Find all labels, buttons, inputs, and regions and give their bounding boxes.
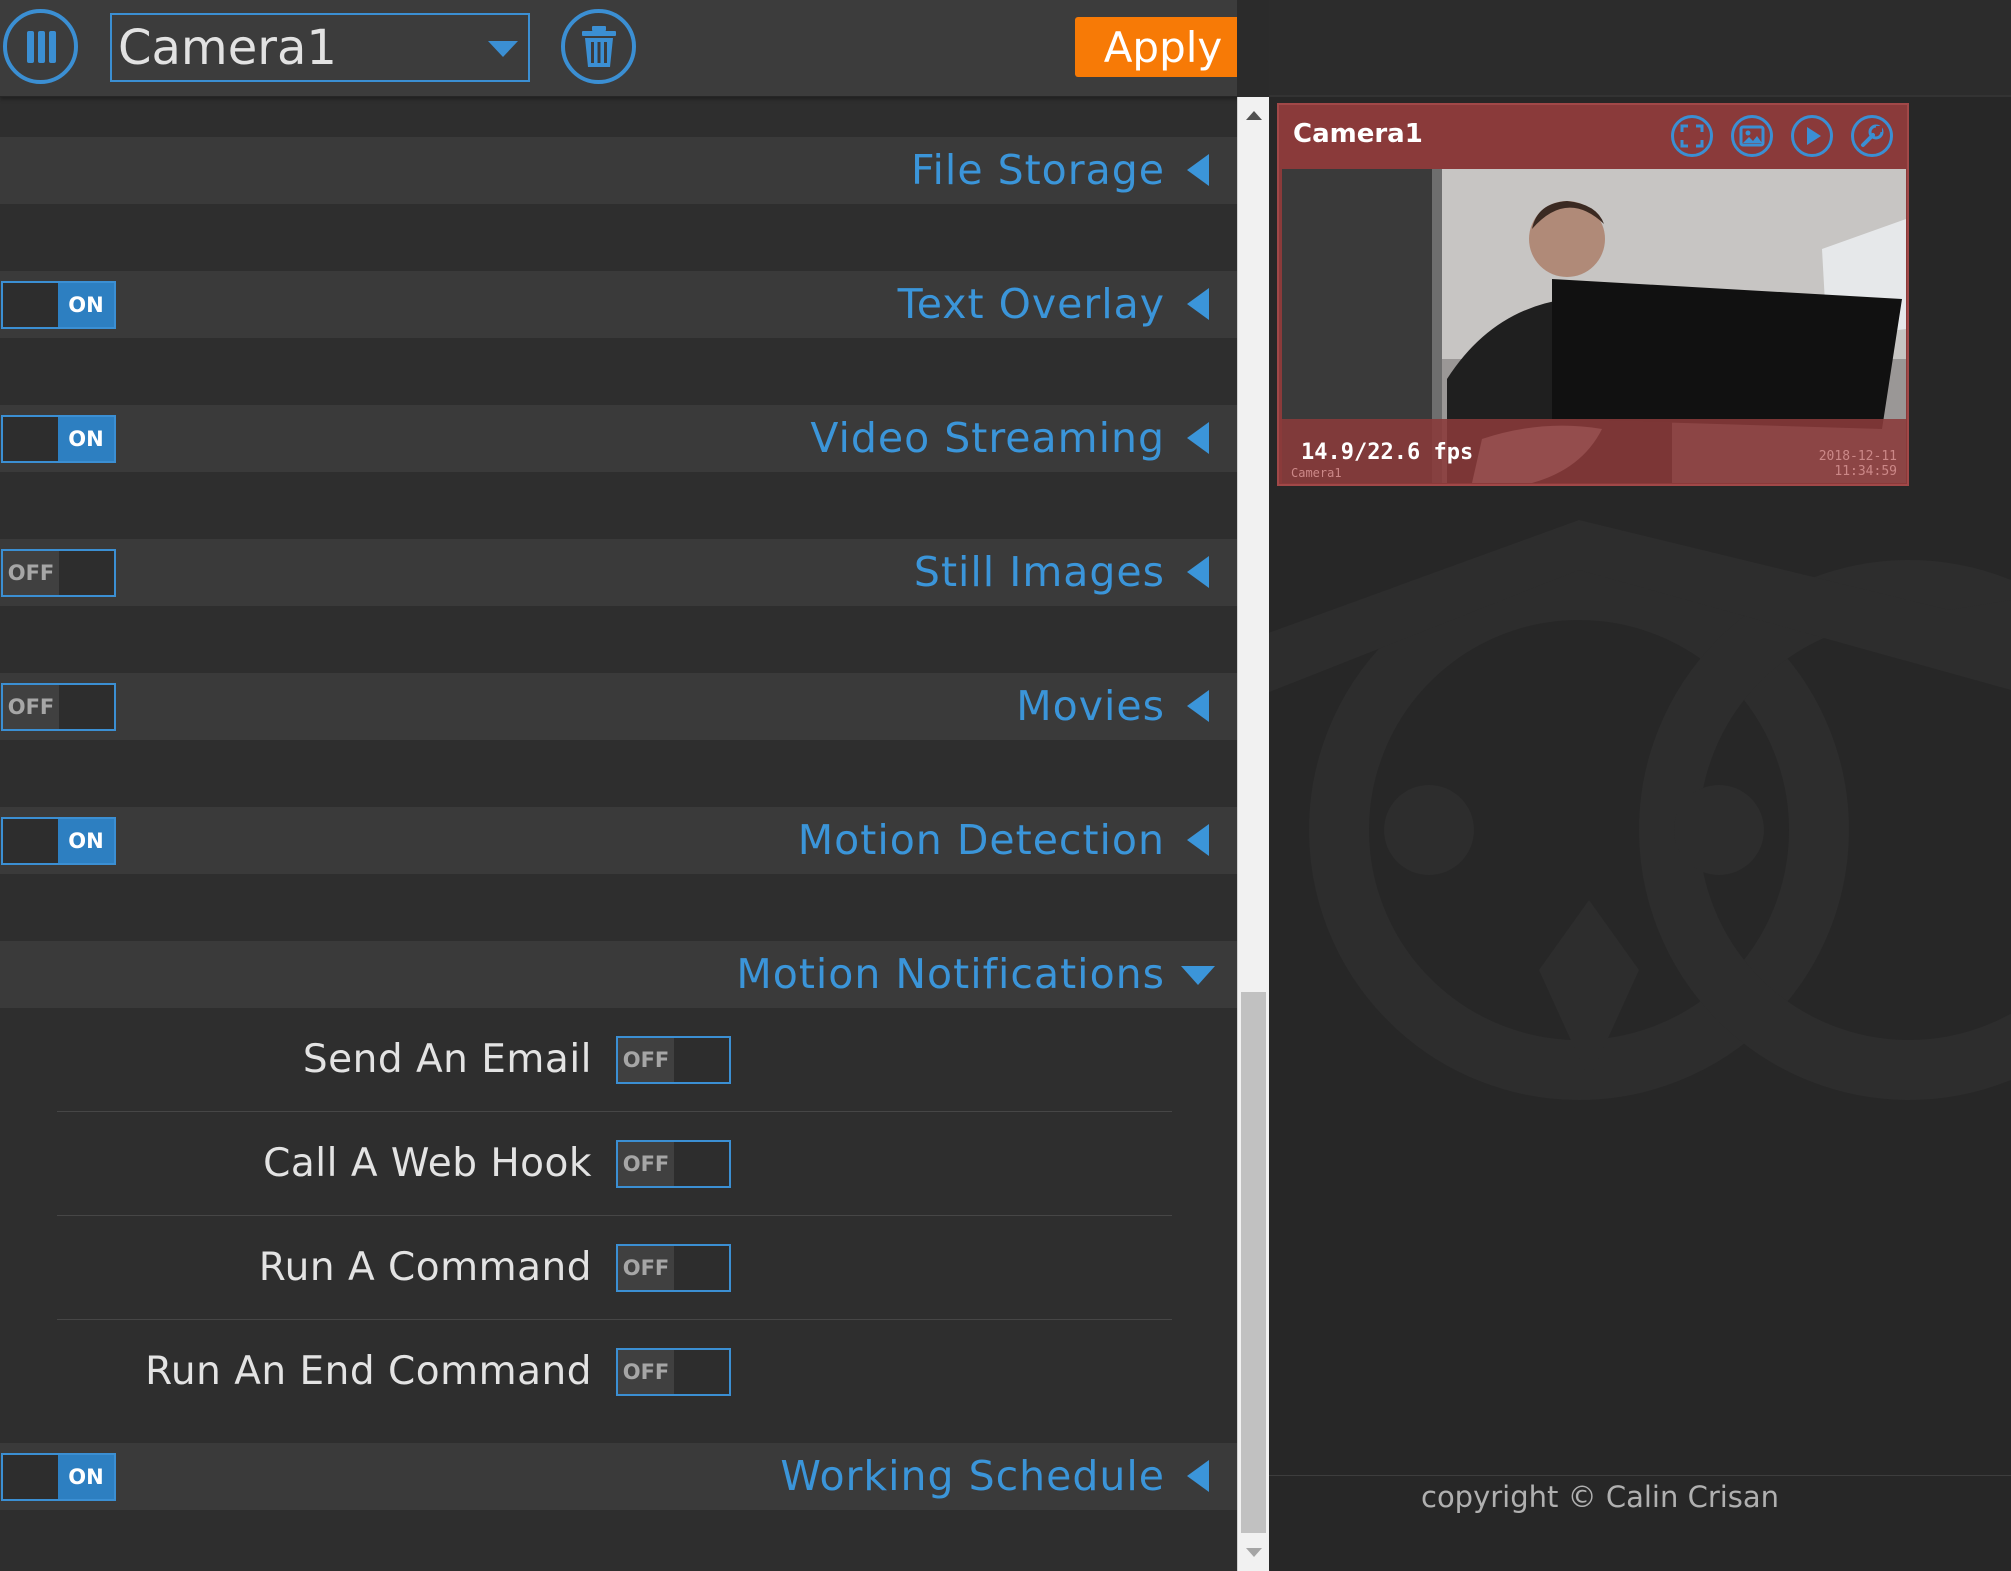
trash-icon bbox=[581, 25, 616, 67]
fullscreen-icon bbox=[1680, 124, 1704, 148]
columns-icon bbox=[26, 30, 56, 63]
overlay-date: 2018-12-11 bbox=[1818, 449, 1897, 464]
setting-label: Send An Email bbox=[302, 1037, 592, 1082]
text-overlay-toggle[interactable]: ON bbox=[1, 281, 116, 329]
toggle-state: OFF bbox=[618, 1142, 674, 1186]
menu-button[interactable] bbox=[3, 9, 78, 84]
notification-web-hook: Call A Web Hook OFF bbox=[57, 1112, 1172, 1216]
chevron-down-icon bbox=[488, 41, 518, 57]
setting-label: Run An End Command bbox=[145, 1349, 592, 1394]
section-still-images[interactable]: OFF Still Images bbox=[0, 539, 1237, 606]
toggle-state: ON bbox=[58, 283, 114, 327]
play-button[interactable] bbox=[1791, 115, 1833, 157]
send-email-toggle[interactable]: OFF bbox=[616, 1036, 731, 1084]
fullscreen-button[interactable] bbox=[1671, 115, 1713, 157]
footer-divider bbox=[1269, 1475, 2011, 1476]
section-title[interactable]: Text Overlay bbox=[898, 271, 1165, 338]
apply-button[interactable]: Apply bbox=[1075, 17, 1237, 77]
video-streaming-toggle[interactable]: ON bbox=[1, 415, 116, 463]
right-header-bar bbox=[1269, 0, 2011, 97]
web-hook-toggle[interactable]: OFF bbox=[616, 1140, 731, 1188]
section-title[interactable]: Working Schedule bbox=[780, 1443, 1165, 1510]
section-motion-detection[interactable]: ON Motion Detection bbox=[0, 807, 1237, 874]
fps-readout: 14.9/22.6 fps bbox=[1301, 440, 1474, 465]
section-movies[interactable]: OFF Movies bbox=[0, 673, 1237, 740]
camera-frame[interactable]: Camera1 14.9/22.6 fps Camera1 2018-12-11… bbox=[1277, 103, 1909, 486]
section-title[interactable]: Video Streaming bbox=[810, 405, 1165, 472]
toggle-state: ON bbox=[58, 819, 114, 863]
setting-label: Call A Web Hook bbox=[263, 1141, 592, 1186]
play-icon bbox=[1807, 127, 1821, 145]
camera-name: Camera1 bbox=[1293, 119, 1423, 149]
section-motion-notifications[interactable]: Motion Notifications bbox=[0, 941, 1237, 1008]
camera-stream-image[interactable] bbox=[1282, 169, 1906, 483]
owl-logo-watermark-icon bbox=[1269, 520, 2011, 1100]
section-title[interactable]: Movies bbox=[1016, 673, 1165, 740]
settings-wrench-icon bbox=[1861, 124, 1884, 147]
scrollbar-thumb[interactable] bbox=[1241, 992, 1266, 1533]
section-title[interactable]: File Storage bbox=[911, 137, 1165, 204]
camera-select-value: Camera1 bbox=[118, 19, 337, 76]
toggle-state: OFF bbox=[618, 1350, 674, 1394]
section-title[interactable]: Motion Notifications bbox=[736, 941, 1165, 1008]
setting-label: Run A Command bbox=[258, 1245, 592, 1290]
section-title[interactable]: Still Images bbox=[914, 539, 1165, 606]
toggle-state: ON bbox=[58, 417, 114, 461]
section-title[interactable]: Motion Detection bbox=[798, 807, 1165, 874]
notification-run-end-command: Run An End Command OFF bbox=[57, 1320, 1172, 1424]
delete-camera-button[interactable] bbox=[561, 9, 636, 84]
movies-toggle[interactable]: OFF bbox=[1, 683, 116, 731]
section-video-streaming[interactable]: ON Video Streaming bbox=[0, 405, 1237, 472]
collapse-left-icon[interactable] bbox=[1187, 824, 1209, 856]
motion-detection-toggle[interactable]: ON bbox=[1, 817, 116, 865]
overlay-timestamp: 2018-12-11 11:34:59 bbox=[1819, 449, 1897, 479]
camera-select[interactable]: Camera1 bbox=[110, 13, 530, 82]
toggle-state: ON bbox=[58, 1455, 114, 1499]
settings-panel: Camera1 Apply File Storage ON Text Overl… bbox=[0, 0, 1237, 1571]
toggle-state: OFF bbox=[618, 1038, 674, 1082]
notification-send-email: Send An Email OFF bbox=[57, 1008, 1172, 1112]
toggle-state: OFF bbox=[3, 551, 59, 595]
collapse-left-icon[interactable] bbox=[1187, 690, 1209, 722]
settings-scrollbar[interactable] bbox=[1237, 97, 1269, 1571]
toggle-state: OFF bbox=[618, 1246, 674, 1290]
collapse-left-icon[interactable] bbox=[1187, 1460, 1209, 1492]
pictures-button[interactable] bbox=[1731, 115, 1773, 157]
collapse-left-icon[interactable] bbox=[1187, 422, 1209, 454]
section-file-storage[interactable]: File Storage bbox=[0, 137, 1237, 204]
camera-settings-button[interactable] bbox=[1851, 115, 1893, 157]
collapse-left-icon[interactable] bbox=[1187, 154, 1209, 186]
copyright-text: copyright © Calin Crisan bbox=[1421, 1480, 1780, 1514]
toggle-state: OFF bbox=[3, 685, 59, 729]
section-working-schedule[interactable]: ON Working Schedule bbox=[0, 1443, 1237, 1510]
collapse-left-icon[interactable] bbox=[1187, 288, 1209, 320]
expand-down-icon[interactable] bbox=[1181, 966, 1215, 985]
section-text-overlay[interactable]: ON Text Overlay bbox=[0, 271, 1237, 338]
overlay-camera-label: Camera1 bbox=[1291, 466, 1342, 480]
run-command-toggle[interactable]: OFF bbox=[616, 1244, 731, 1292]
working-schedule-toggle[interactable]: ON bbox=[1, 1453, 116, 1501]
collapse-left-icon[interactable] bbox=[1187, 556, 1209, 588]
camera-area: Camera1 14.9/22.6 fps Camera1 2018-12-11… bbox=[1269, 0, 2011, 1571]
notification-run-command: Run A Command OFF bbox=[57, 1216, 1172, 1320]
still-images-toggle[interactable]: OFF bbox=[1, 549, 116, 597]
overlay-time: 11:34:59 bbox=[1834, 464, 1897, 479]
scroll-up-arrow-icon[interactable] bbox=[1246, 111, 1262, 120]
settings-toolbar: Camera1 Apply bbox=[0, 0, 1237, 97]
scroll-down-arrow-icon[interactable] bbox=[1246, 1548, 1262, 1557]
run-end-command-toggle[interactable]: OFF bbox=[616, 1348, 731, 1396]
pictures-icon bbox=[1739, 125, 1765, 147]
